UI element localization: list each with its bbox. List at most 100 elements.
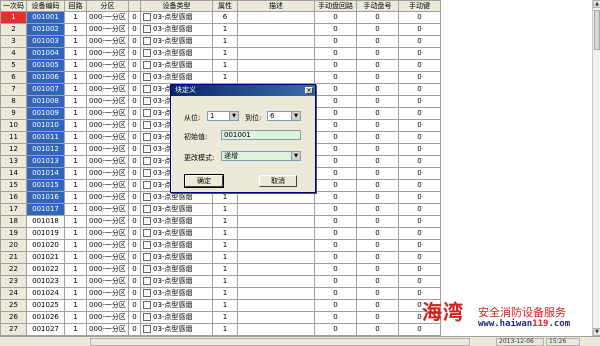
device-code-cell[interactable]: 001006	[26, 71, 65, 84]
row-number[interactable]: 13	[0, 155, 27, 168]
device-code-cell[interactable]: 001012	[26, 143, 65, 156]
device-code-cell[interactable]: 001002	[26, 23, 65, 36]
scroll-thumb[interactable]	[594, 10, 600, 50]
description-cell[interactable]	[237, 311, 315, 324]
zone-cell[interactable]: 000-一分区	[86, 155, 129, 168]
manual-key-cell[interactable]: 0	[398, 179, 441, 192]
loop-cell[interactable]: 1	[64, 275, 87, 288]
device-type-cell[interactable]: 03-点型感烟	[140, 47, 213, 60]
row-checkbox[interactable]	[143, 253, 151, 261]
vertical-scrollbar[interactable]: ▲ ▼	[592, 0, 600, 336]
attribute-cell[interactable]: 1	[212, 59, 238, 72]
loop-cell[interactable]: 1	[64, 251, 87, 264]
row-checkbox[interactable]	[143, 169, 151, 177]
manual-panel-loop-cell[interactable]: 0	[314, 251, 357, 264]
manual-panel-loop-cell[interactable]: 0	[314, 263, 357, 276]
device-type-cell[interactable]: 03-点型感烟	[140, 203, 213, 216]
manual-key-cell[interactable]: 0	[398, 23, 441, 36]
description-cell[interactable]	[237, 239, 315, 252]
device-code-cell[interactable]: 001004	[26, 47, 65, 60]
manual-panel-loop-cell[interactable]: 0	[314, 179, 357, 192]
manual-panel-loop-cell[interactable]: 0	[314, 227, 357, 240]
zone-cell[interactable]: 000-一分区	[86, 47, 129, 60]
zone-cell[interactable]: 000-一分区	[86, 227, 129, 240]
column-header[interactable]	[128, 0, 141, 12]
row-number[interactable]: 21	[0, 251, 27, 264]
manual-panel-loop-cell[interactable]: 0	[314, 287, 357, 300]
manual-panel-number-cell[interactable]: 0	[356, 107, 399, 120]
zone-number-cell[interactable]: 0	[128, 11, 141, 24]
manual-panel-loop-cell[interactable]: 0	[314, 203, 357, 216]
manual-panel-loop-cell[interactable]: 0	[314, 11, 357, 24]
attribute-cell[interactable]: 1	[212, 23, 238, 36]
row-number[interactable]: 25	[0, 299, 27, 312]
zone-cell[interactable]: 000-一分区	[86, 167, 129, 180]
loop-cell[interactable]: 1	[64, 263, 87, 276]
manual-panel-number-cell[interactable]: 0	[356, 95, 399, 108]
manual-panel-number-cell[interactable]: 0	[356, 71, 399, 84]
table-row[interactable]: 3 001003 1 000-一分区 0 03-点型感烟 1 0 0 0	[0, 35, 441, 48]
zone-cell[interactable]: 000-一分区	[86, 251, 129, 264]
loop-cell[interactable]: 1	[64, 155, 87, 168]
device-code-cell[interactable]: 001009	[26, 107, 65, 120]
device-type-cell[interactable]: 03-点型感烟	[140, 191, 213, 204]
description-cell[interactable]	[237, 191, 315, 204]
device-code-cell[interactable]: 001010	[26, 119, 65, 132]
mode-select[interactable]: 递增 ▼	[221, 151, 301, 161]
table-row[interactable]: 26 001026 1 000-一分区 0 03-点型感烟 1 0 0 0	[0, 311, 441, 324]
column-header[interactable]: 描述	[237, 0, 315, 12]
zone-cell[interactable]: 000-一分区	[86, 287, 129, 300]
manual-panel-number-cell[interactable]: 0	[356, 119, 399, 132]
zone-number-cell[interactable]: 0	[128, 275, 141, 288]
device-code-cell[interactable]: 001023	[26, 275, 65, 288]
device-type-cell[interactable]: 03-点型感烟	[140, 251, 213, 264]
device-code-cell[interactable]: 001017	[26, 203, 65, 216]
manual-key-cell[interactable]: 0	[398, 263, 441, 276]
row-number[interactable]: 26	[0, 311, 27, 324]
table-row[interactable]: 21 001021 1 000-一分区 0 03-点型感烟 1 0 0 0	[0, 251, 441, 264]
loop-cell[interactable]: 1	[64, 299, 87, 312]
table-row[interactable]: 18 001018 1 000-一分区 0 03-点型感烟 1 0 0 0	[0, 215, 441, 228]
table-row[interactable]: 22 001022 1 000-一分区 0 03-点型感烟 1 0 0 0	[0, 263, 441, 276]
description-cell[interactable]	[237, 59, 315, 72]
manual-panel-loop-cell[interactable]: 0	[314, 23, 357, 36]
manual-panel-number-cell[interactable]: 0	[356, 251, 399, 264]
row-checkbox[interactable]	[143, 265, 151, 273]
row-checkbox[interactable]	[143, 217, 151, 225]
manual-panel-loop-cell[interactable]: 0	[314, 311, 357, 324]
zone-cell[interactable]: 000-一分区	[86, 107, 129, 120]
description-cell[interactable]	[237, 287, 315, 300]
attribute-cell[interactable]: 6	[212, 11, 238, 24]
device-code-cell[interactable]: 001008	[26, 95, 65, 108]
zone-cell[interactable]: 000-一分区	[86, 131, 129, 144]
manual-key-cell[interactable]: 0	[398, 47, 441, 60]
column-header[interactable]: 设备编码	[26, 0, 65, 12]
zone-number-cell[interactable]: 0	[128, 107, 141, 120]
zone-cell[interactable]: 000-一分区	[86, 275, 129, 288]
column-header[interactable]: 手动键	[398, 0, 441, 12]
loop-cell[interactable]: 1	[64, 239, 87, 252]
row-number[interactable]: 5	[0, 59, 27, 72]
manual-panel-number-cell[interactable]: 0	[356, 299, 399, 312]
manual-key-cell[interactable]: 0	[398, 227, 441, 240]
manual-panel-number-cell[interactable]: 0	[356, 11, 399, 24]
attribute-cell[interactable]: 1	[212, 47, 238, 60]
device-code-cell[interactable]: 001018	[26, 215, 65, 228]
zone-number-cell[interactable]: 0	[128, 167, 141, 180]
row-number[interactable]: 20	[0, 239, 27, 252]
device-type-cell[interactable]: 03-点型感烟	[140, 35, 213, 48]
manual-panel-loop-cell[interactable]: 0	[314, 155, 357, 168]
row-number[interactable]: 7	[0, 83, 27, 96]
description-cell[interactable]	[237, 203, 315, 216]
device-code-cell[interactable]: 001005	[26, 59, 65, 72]
manual-panel-loop-cell[interactable]: 0	[314, 215, 357, 228]
column-header[interactable]: 一次码	[0, 0, 27, 12]
description-cell[interactable]	[237, 215, 315, 228]
description-cell[interactable]	[237, 263, 315, 276]
row-number[interactable]: 24	[0, 287, 27, 300]
row-checkbox[interactable]	[143, 49, 151, 57]
description-cell[interactable]	[237, 35, 315, 48]
loop-cell[interactable]: 1	[64, 23, 87, 36]
row-checkbox[interactable]	[143, 13, 151, 21]
column-header[interactable]: 分区	[86, 0, 129, 12]
